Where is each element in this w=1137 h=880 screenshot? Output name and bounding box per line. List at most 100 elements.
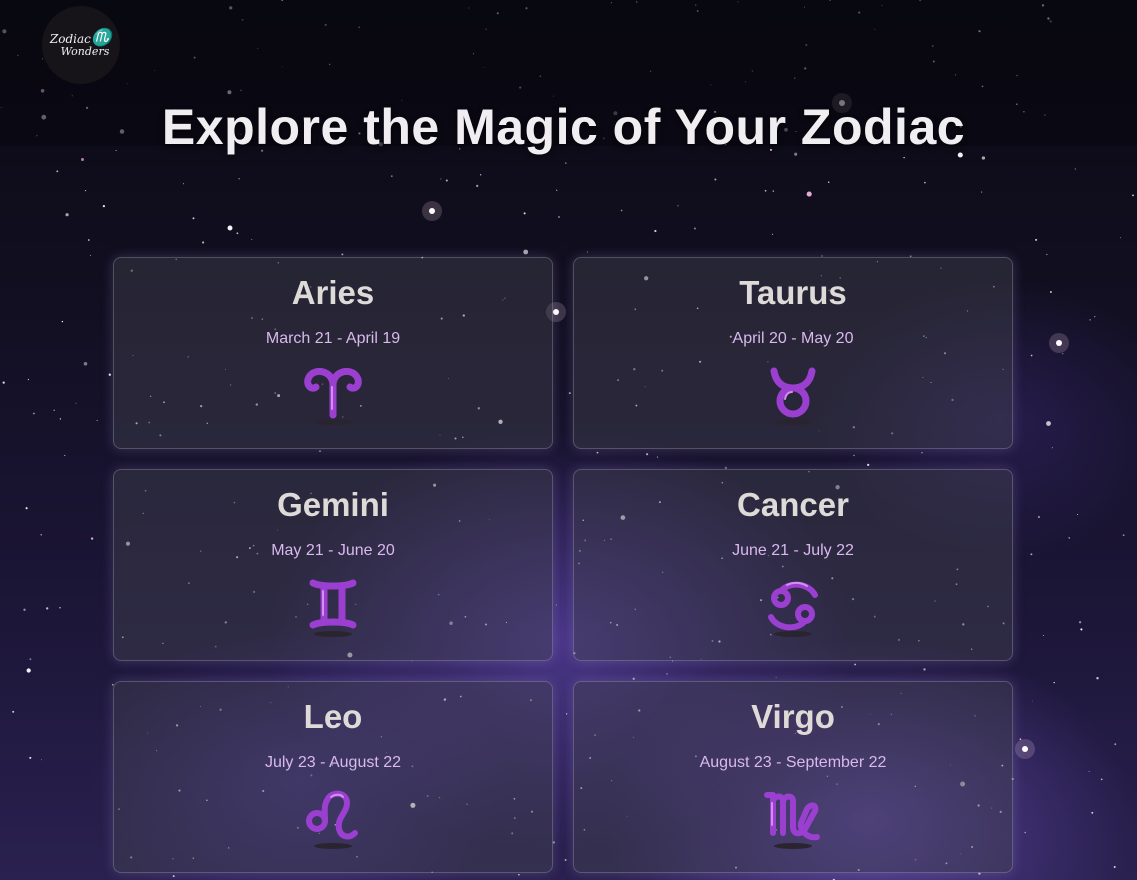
logo-text-zodiac: Zodiac [49, 32, 91, 46]
star [1049, 291, 1052, 293]
star [75, 402, 77, 404]
star [1096, 677, 1099, 680]
star [89, 255, 92, 257]
star [102, 204, 106, 208]
star [1078, 621, 1082, 624]
zodiac-card-aries[interactable]: Aries March 21 - April 19 [113, 257, 553, 449]
star [677, 205, 679, 207]
leo-icon [301, 783, 365, 853]
star [1043, 634, 1045, 636]
star [564, 162, 567, 164]
star [64, 454, 66, 456]
star [1089, 319, 1091, 321]
star [1113, 865, 1116, 869]
star [587, 251, 589, 253]
star [236, 232, 239, 235]
star [172, 875, 175, 878]
star [29, 756, 32, 759]
star [1046, 253, 1048, 256]
star [772, 190, 775, 192]
star [1074, 168, 1076, 170]
star [1094, 316, 1096, 318]
zodiac-card-taurus[interactable]: Taurus April 20 - May 20 [573, 257, 1013, 449]
site-logo[interactable]: Zodiac♏ Wonders [42, 6, 120, 84]
cancer-icon [761, 571, 825, 641]
star [771, 233, 774, 235]
star [183, 183, 185, 185]
star [227, 225, 233, 231]
sign-name: Taurus [739, 274, 847, 311]
star [192, 217, 195, 220]
star [440, 178, 442, 180]
star [1037, 515, 1041, 519]
star [764, 189, 767, 192]
sign-dates: August 23 - September 22 [699, 754, 887, 771]
gemini-icon [301, 571, 365, 641]
star [59, 607, 61, 609]
star [53, 409, 55, 412]
star [903, 156, 905, 159]
star [1053, 681, 1055, 684]
star [33, 412, 35, 415]
virgo-icon [761, 783, 825, 853]
star [556, 189, 558, 191]
star [29, 658, 32, 661]
star [693, 227, 696, 230]
star [390, 175, 393, 178]
star [81, 158, 84, 161]
star [1024, 831, 1026, 834]
star [1091, 811, 1094, 814]
star [23, 608, 26, 611]
star [1068, 537, 1070, 539]
sign-name: Leo [303, 698, 363, 735]
star [251, 239, 253, 241]
star [1088, 771, 1090, 773]
star [476, 184, 479, 188]
star [806, 191, 812, 197]
star [12, 710, 15, 713]
star [84, 189, 87, 192]
bright-star [1056, 340, 1062, 346]
sign-dates: March 21 - April 19 [265, 330, 401, 347]
star [1019, 738, 1022, 741]
bright-star [1022, 746, 1028, 752]
zodiac-card-virgo[interactable]: Virgo August 23 - September 22 [573, 681, 1013, 873]
sign-name: Gemini [277, 486, 389, 523]
star [41, 759, 42, 761]
star [654, 229, 657, 233]
bright-star [429, 208, 435, 214]
star [480, 174, 482, 176]
star [26, 668, 31, 673]
star [1100, 778, 1103, 781]
star [202, 241, 205, 244]
star [828, 181, 830, 183]
star [523, 249, 529, 255]
star [83, 362, 88, 366]
star [1119, 237, 1121, 239]
star-glow [422, 201, 442, 221]
star [1032, 700, 1034, 702]
star [59, 418, 62, 420]
sign-dates: April 20 - May 20 [732, 330, 854, 347]
star [1030, 553, 1033, 556]
star-glow [1049, 333, 1069, 353]
zodiac-card-gemini[interactable]: Gemini May 21 - June 20 [113, 469, 553, 661]
star [108, 373, 111, 376]
star [924, 181, 926, 184]
sign-name: Virgo [751, 698, 835, 735]
star [981, 156, 986, 160]
star [1051, 447, 1053, 449]
star [523, 212, 526, 215]
star [620, 209, 623, 212]
star [1077, 514, 1079, 515]
star [1132, 194, 1134, 197]
star [25, 507, 28, 510]
star [61, 320, 64, 323]
zodiac-card-leo[interactable]: Leo July 23 - August 22 [113, 681, 553, 873]
zodiac-card-cancer[interactable]: Cancer June 21 - July 22 [573, 469, 1013, 661]
star [27, 378, 29, 381]
star [341, 253, 344, 256]
star [1062, 353, 1064, 355]
star [445, 179, 448, 182]
star [1030, 354, 1033, 357]
